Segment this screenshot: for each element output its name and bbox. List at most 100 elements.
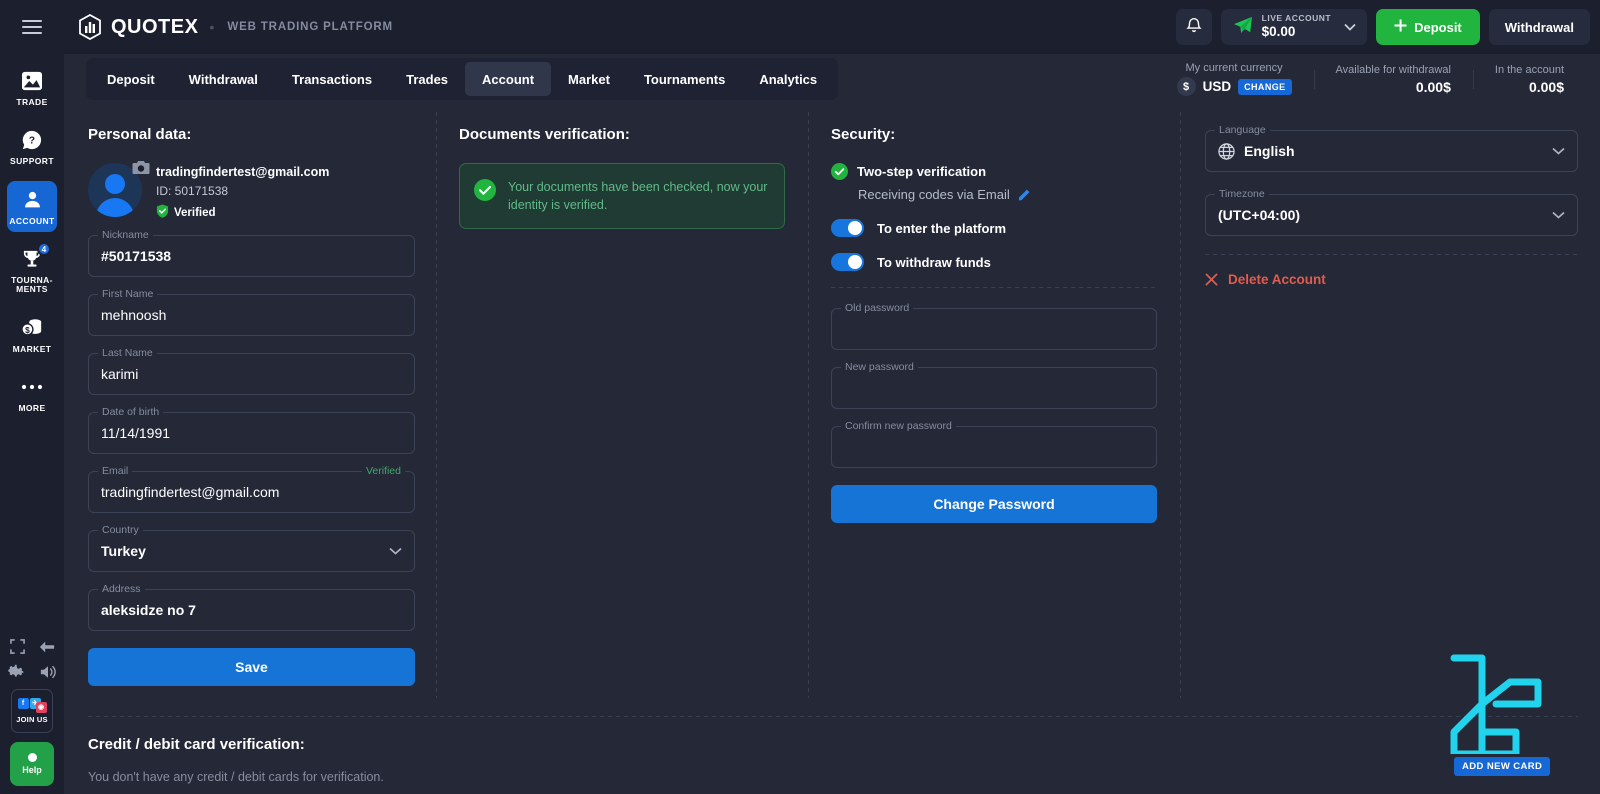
toggle-withdraw-funds-label: To withdraw funds bbox=[877, 254, 991, 270]
nav-tabs: Deposit Withdrawal Transactions Trades A… bbox=[86, 58, 839, 100]
join-us-button[interactable]: f ✈ ◉ JOIN US bbox=[11, 689, 53, 733]
withdrawal-button[interactable]: Withdrawal bbox=[1488, 9, 1590, 45]
save-button[interactable]: Save bbox=[88, 648, 415, 686]
confirm-password-input[interactable] bbox=[831, 426, 1157, 468]
email-input[interactable]: tradingfindertest@gmail.com bbox=[88, 471, 415, 513]
notifications-button[interactable] bbox=[1175, 9, 1212, 45]
two-step-verification-row: Two-step verification bbox=[831, 163, 1157, 180]
toggle-enter-platform[interactable] bbox=[831, 219, 864, 237]
currency-label: My current currency bbox=[1185, 62, 1283, 74]
collapse-arrow-left-icon[interactable] bbox=[39, 640, 55, 654]
tab-bar-row: Deposit Withdrawal Transactions Trades A… bbox=[64, 54, 1600, 104]
email-verified-badge: Verified bbox=[361, 465, 405, 477]
camera-icon[interactable] bbox=[132, 160, 150, 180]
date-of-birth-field-wrapper: Date of birth 11/14/1991 bbox=[88, 406, 415, 454]
country-select[interactable]: Turkey bbox=[88, 530, 415, 572]
available-value: 0.00$ bbox=[1415, 78, 1451, 95]
email-legend: Email bbox=[98, 465, 133, 477]
chevron-down-icon bbox=[1552, 211, 1565, 219]
first-name-input[interactable]: mehnoosh bbox=[88, 294, 415, 336]
account-selector[interactable]: LIVE ACCOUNT $0.00 bbox=[1220, 9, 1368, 45]
chart-image-icon bbox=[19, 69, 45, 93]
question-bubble-icon: ? bbox=[19, 128, 45, 152]
timezone-value: (UTC+04:00) bbox=[1218, 207, 1301, 223]
profile-id: ID: 50171538 bbox=[156, 184, 229, 198]
last-name-legend: Last Name bbox=[98, 347, 157, 359]
add-new-card-button[interactable]: ADD NEW CARD bbox=[1454, 757, 1551, 776]
last-name-input[interactable]: karimi bbox=[88, 353, 415, 395]
globe-icon bbox=[1218, 142, 1235, 160]
sidebar-item-support[interactable]: ? SUPPORT bbox=[7, 121, 57, 172]
delete-account-label: Delete Account bbox=[1228, 272, 1326, 287]
sidebar-item-label: MARKET bbox=[12, 343, 52, 354]
card-verification-section: Credit / debit card verification: You do… bbox=[88, 736, 384, 784]
sidebar-util-row-1 bbox=[9, 639, 55, 654]
tab-account[interactable]: Account bbox=[465, 62, 552, 96]
country-value: Turkey bbox=[101, 543, 146, 559]
new-password-input[interactable] bbox=[831, 367, 1157, 409]
fullscreen-icon[interactable] bbox=[9, 639, 25, 654]
toggle-enter-platform-label: To enter the platform bbox=[877, 220, 1007, 236]
nickname-legend: Nickname bbox=[98, 229, 153, 241]
tab-withdrawal[interactable]: Withdrawal bbox=[172, 62, 275, 96]
gear-icon[interactable] bbox=[7, 663, 25, 680]
sidebar-item-trade[interactable]: TRADE bbox=[7, 62, 57, 113]
tab-analytics[interactable]: Analytics bbox=[742, 62, 834, 96]
tab-deposit[interactable]: Deposit bbox=[90, 62, 172, 96]
change-currency-button[interactable]: CHANGE bbox=[1238, 78, 1292, 95]
facebook-icon: f bbox=[17, 698, 29, 709]
language-select[interactable]: English bbox=[1205, 130, 1578, 172]
confirm-password-legend: Confirm new password bbox=[841, 420, 956, 432]
address-legend: Address bbox=[98, 583, 145, 595]
chevron-down-icon bbox=[389, 547, 402, 555]
help-button[interactable]: Help bbox=[10, 742, 54, 786]
logo-subtitle: WEB TRADING PLATFORM bbox=[227, 21, 393, 33]
delete-account-button[interactable]: Delete Account bbox=[1205, 272, 1578, 287]
timezone-legend: Timezone bbox=[1215, 188, 1269, 200]
old-password-field-wrapper: Old password bbox=[831, 302, 1157, 350]
timezone-select[interactable]: (UTC+04:00) bbox=[1205, 194, 1578, 236]
tab-market[interactable]: Market bbox=[551, 62, 627, 96]
sidebar-item-label: ACCOUNT bbox=[9, 215, 55, 226]
sidebar-item-tournaments[interactable]: 4 TOURNA- MENTS bbox=[7, 240, 57, 301]
tab-trades[interactable]: Trades bbox=[389, 62, 465, 96]
old-password-input[interactable] bbox=[831, 308, 1157, 350]
sidebar-item-account[interactable]: ACCOUNT bbox=[7, 180, 57, 233]
pencil-icon[interactable] bbox=[1018, 188, 1031, 201]
toggle-withdraw-funds[interactable] bbox=[831, 253, 864, 271]
help-dot-icon bbox=[27, 753, 37, 762]
help-label: Help bbox=[22, 765, 42, 775]
tab-tournaments[interactable]: Tournaments bbox=[627, 62, 742, 96]
date-of-birth-input[interactable]: 11/14/1991 bbox=[88, 412, 415, 454]
left-sidebar: TRADE ? SUPPORT ACCOUNT 4 TOURNA- MENTS … bbox=[0, 0, 64, 794]
currency-code: USD bbox=[1202, 79, 1232, 94]
shield-check-icon bbox=[156, 204, 169, 221]
card-verification-empty-note: You don't have any credit / debit cards … bbox=[88, 770, 384, 784]
change-password-button[interactable]: Change Password bbox=[831, 485, 1157, 523]
stat-available: Available for withdrawal 0.00$ bbox=[1313, 64, 1473, 95]
personal-data-title: Personal data: bbox=[88, 126, 192, 143]
toggle-withdraw-funds-row: To withdraw funds bbox=[831, 253, 1157, 271]
address-input[interactable]: aleksidze no 7 bbox=[88, 589, 415, 631]
nickname-input[interactable]: #50171538 bbox=[88, 235, 415, 277]
header-stats: My current currency $ USD CHANGE Availab… bbox=[1155, 54, 1600, 104]
speaker-icon[interactable] bbox=[39, 664, 57, 680]
tournaments-badge: 4 bbox=[37, 242, 51, 257]
sidebar-item-more[interactable]: MORE bbox=[7, 368, 57, 419]
brand-logo[interactable]: QUOTEX • WEB TRADING PLATFORM bbox=[78, 13, 393, 41]
settings-panel: Language English Timezone (UTC+04:00) De… bbox=[1181, 104, 1600, 716]
plus-icon bbox=[1394, 19, 1407, 35]
card-verification-title: Credit / debit card verification: bbox=[88, 736, 305, 753]
confirm-password-field-wrapper: Confirm new password bbox=[831, 420, 1157, 468]
sidebar-item-market[interactable]: $ MARKET bbox=[7, 309, 57, 360]
svg-text:$: $ bbox=[25, 326, 30, 335]
language-field-wrapper: Language English bbox=[1205, 124, 1578, 172]
tab-transactions[interactable]: Transactions bbox=[275, 62, 389, 96]
old-password-legend: Old password bbox=[841, 302, 914, 314]
section-divider bbox=[831, 287, 1157, 288]
in-account-value: 0.00$ bbox=[1528, 78, 1564, 95]
new-password-field-wrapper: New password bbox=[831, 361, 1157, 409]
stat-currency: My current currency $ USD CHANGE bbox=[1155, 62, 1314, 96]
hamburger-menu-icon[interactable] bbox=[0, 0, 64, 54]
deposit-button[interactable]: Deposit bbox=[1376, 9, 1480, 45]
